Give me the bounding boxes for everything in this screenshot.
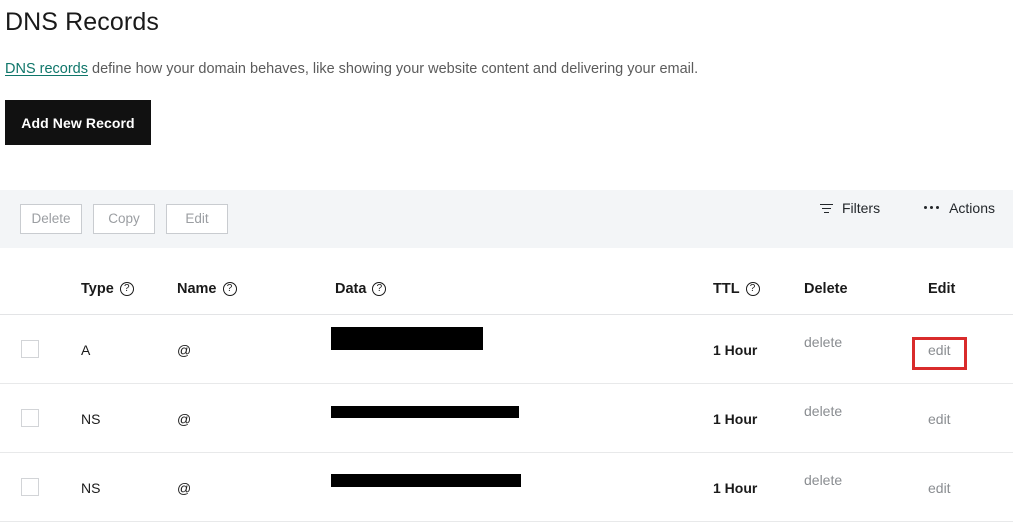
cell-ttl: 1 Hour — [713, 411, 758, 427]
delete-link[interactable]: delete — [804, 403, 842, 419]
intro-rest: define how your domain behaves, like sho… — [88, 61, 699, 77]
table-row: NS @ 1 Hour delete edit — [0, 453, 1013, 522]
cell-data — [331, 384, 519, 418]
add-new-record-button[interactable]: Add New Record — [5, 100, 151, 145]
intro-text: DNS records define how your domain behav… — [5, 59, 698, 79]
delete-link[interactable]: delete — [804, 472, 842, 488]
help-icon[interactable]: ? — [745, 282, 760, 296]
column-header-type-label: Type — [81, 281, 114, 297]
edit-link-row-2[interactable]: edit — [928, 480, 951, 496]
redaction-bar — [331, 327, 483, 350]
delete-link[interactable]: delete — [804, 334, 842, 350]
column-header-name-label: Name — [177, 281, 217, 297]
cell-name: @ — [177, 342, 192, 358]
table-row: NS @ 1 Hour delete edit — [0, 384, 1013, 453]
row-checkbox-cell — [21, 478, 39, 496]
column-header-delete: Delete — [804, 281, 848, 297]
actions-label: Actions — [949, 200, 995, 216]
column-header-ttl-label: TTL — [713, 281, 740, 297]
column-header-edit: Edit — [928, 281, 956, 297]
filters-button[interactable]: Filters — [819, 200, 881, 216]
cell-type: A — [81, 342, 91, 358]
edit-link-row-0[interactable]: edit — [928, 342, 951, 358]
cell-name: @ — [177, 411, 192, 427]
dns-records-link[interactable]: DNS records — [5, 61, 88, 77]
column-header-type: Type ? — [81, 281, 134, 297]
table-toolbar: Delete Copy Edit Filters Actions — [0, 190, 1013, 248]
cell-data — [331, 453, 521, 487]
column-header-ttl: TTL ? — [713, 281, 760, 297]
more-horizontal-icon — [924, 206, 940, 210]
edit-button[interactable]: Edit — [166, 204, 228, 234]
cell-data — [331, 315, 483, 350]
copy-button[interactable]: Copy — [93, 204, 155, 234]
row-checkbox[interactable] — [21, 478, 39, 496]
row-checkbox-cell — [21, 409, 39, 427]
help-icon[interactable]: ? — [222, 282, 237, 296]
filters-label: Filters — [841, 200, 881, 216]
row-checkbox[interactable] — [21, 340, 39, 358]
redaction-bar — [331, 406, 519, 418]
redaction-bar — [331, 474, 521, 487]
row-checkbox-cell — [21, 340, 39, 358]
cell-name: @ — [177, 480, 192, 496]
delete-button[interactable]: Delete — [20, 204, 82, 234]
help-icon[interactable]: ? — [119, 282, 134, 296]
help-icon[interactable]: ? — [372, 282, 387, 296]
column-header-data-label: Data — [335, 281, 367, 297]
toolbar-actions-group: Delete Copy Edit — [20, 204, 228, 234]
dns-records-table: Type ? Name ? Data ? TTL ? Delete Edit A… — [0, 248, 1013, 522]
cell-ttl: 1 Hour — [713, 342, 758, 358]
column-header-data: Data ? — [335, 281, 387, 297]
table-row: A @ 1 Hour delete edit — [0, 315, 1013, 384]
row-checkbox[interactable] — [21, 409, 39, 427]
toolbar-utility-group: Filters Actions — [819, 200, 995, 216]
actions-button[interactable]: Actions — [924, 200, 995, 216]
filter-icon — [819, 203, 833, 214]
cell-type: NS — [81, 480, 101, 496]
cell-ttl: 1 Hour — [713, 480, 758, 496]
cell-type: NS — [81, 411, 101, 427]
page-title: DNS Records — [5, 8, 159, 36]
edit-link-row-1[interactable]: edit — [928, 411, 951, 427]
column-header-name: Name ? — [177, 281, 237, 297]
table-header-row: Type ? Name ? Data ? TTL ? Delete Edit — [0, 248, 1013, 315]
